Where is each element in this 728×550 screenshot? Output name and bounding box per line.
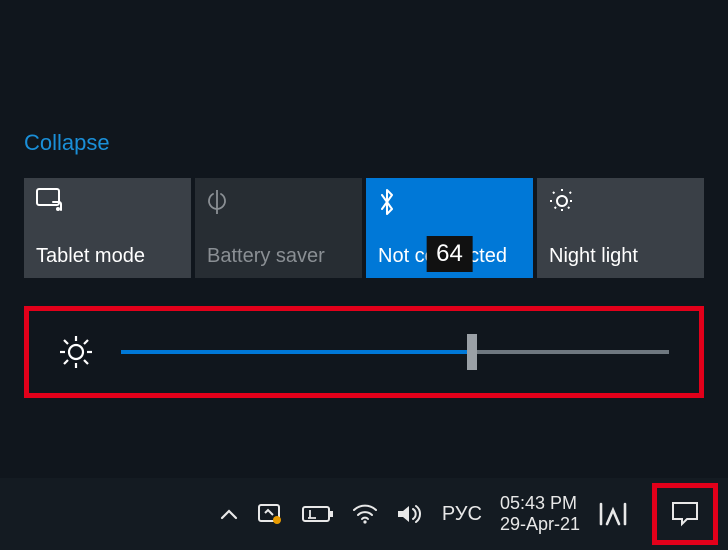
windows-update-icon[interactable] [256, 502, 284, 526]
tile-battery-saver[interactable]: Battery saver [195, 178, 362, 278]
brightness-slider[interactable] [121, 350, 669, 354]
clock-time: 05:43 PM [500, 493, 577, 514]
notification-icon [670, 500, 700, 528]
action-center-panel: Collapse Tablet mode Battery saver [24, 130, 704, 398]
app-tray-icon[interactable] [598, 502, 628, 526]
clock-date: 29-Apr-21 [500, 514, 580, 535]
tile-label: Battery saver [207, 245, 325, 268]
tablet-mode-icon [36, 188, 66, 214]
quick-action-tiles: Tablet mode Battery saver Not connected … [24, 178, 704, 278]
volume-icon[interactable] [396, 503, 424, 525]
tile-bluetooth[interactable]: Not connected 64 [366, 178, 533, 278]
action-center-button-highlight[interactable] [652, 483, 718, 545]
taskbar-clock[interactable]: 05:43 PM 29-Apr-21 [500, 493, 580, 534]
taskbar: РУС 05:43 PM 29-Apr-21 [0, 478, 728, 550]
brightness-slider-highlight [24, 306, 704, 398]
bluetooth-icon [378, 188, 396, 216]
collapse-link[interactable]: Collapse [24, 130, 110, 156]
brightness-icon [59, 335, 93, 369]
tile-label: Tablet mode [36, 245, 145, 268]
wifi-icon[interactable] [352, 504, 378, 524]
language-indicator[interactable]: РУС [442, 503, 482, 526]
tile-tablet-mode[interactable]: Tablet mode [24, 178, 191, 278]
brightness-slider-fill [121, 350, 472, 354]
tray-overflow-chevron-icon[interactable] [220, 508, 238, 520]
battery-icon[interactable] [302, 505, 334, 523]
battery-saver-icon [207, 188, 227, 216]
brightness-value-badge: 64 [426, 236, 473, 272]
tile-night-light[interactable]: Night light [537, 178, 704, 278]
tile-label: Night light [549, 245, 638, 268]
night-light-icon [549, 188, 575, 214]
brightness-slider-thumb[interactable] [467, 334, 477, 370]
